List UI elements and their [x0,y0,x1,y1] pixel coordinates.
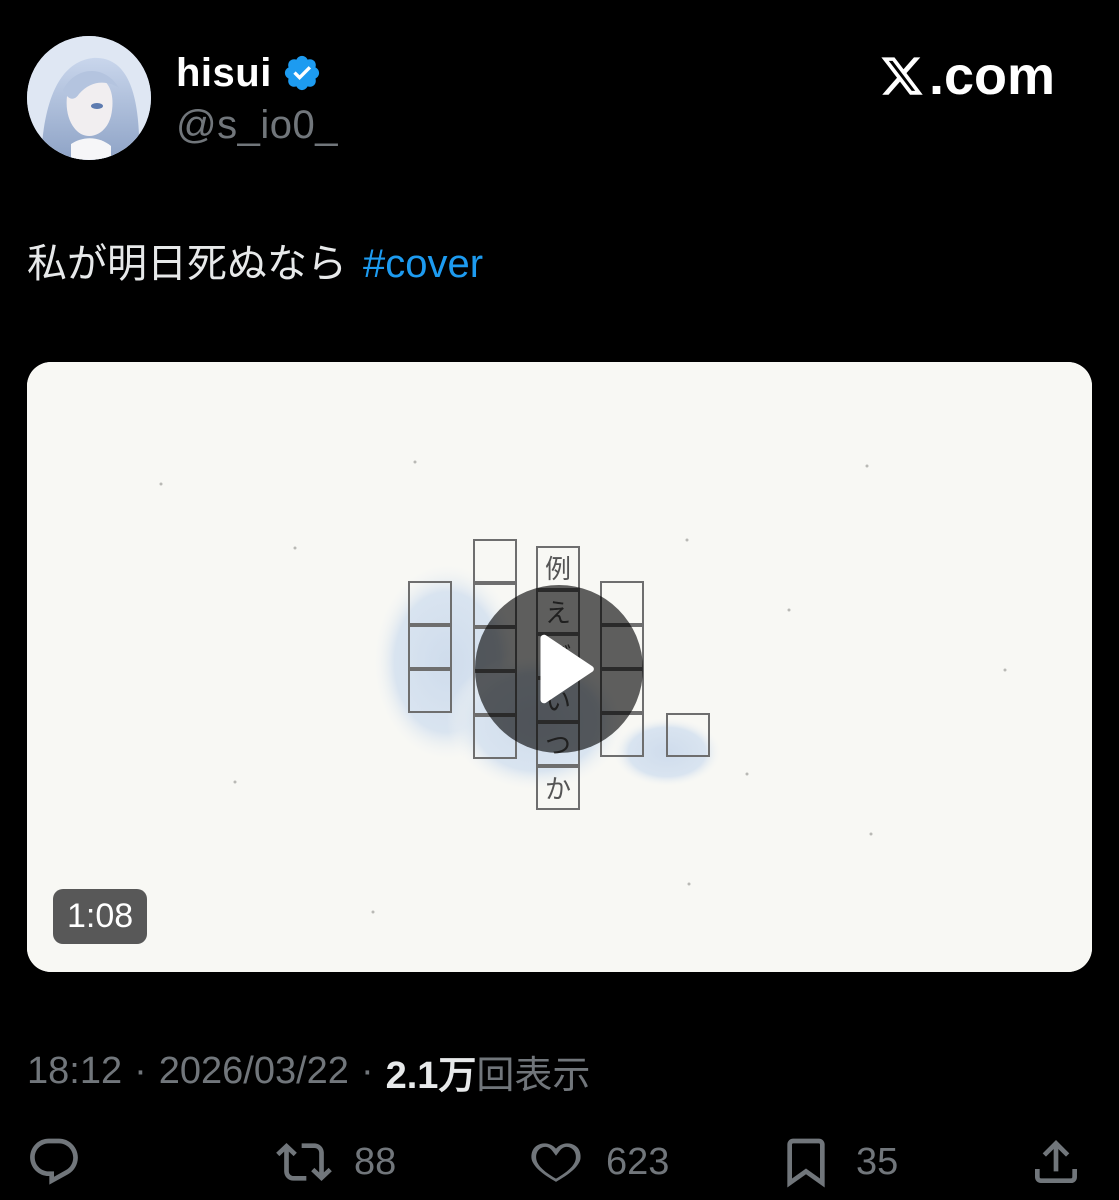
like-button[interactable]: 623 [528,1130,669,1194]
tweet-date[interactable]: 2026/03/22 [159,1050,349,1093]
site-logo: .com [879,45,1055,107]
like-count: 623 [606,1140,670,1183]
hashtag-link[interactable]: #cover [363,242,483,286]
bookmark-count: 35 [856,1140,899,1183]
share-icon [1035,1140,1077,1183]
bookmark-icon [787,1138,825,1188]
avatar[interactable] [27,36,151,160]
tweet-text: 私が明日死ぬなら #cover [27,236,483,292]
meta-separator: · [360,1050,374,1092]
avatar-image [27,36,151,160]
author-display-name[interactable]: hisui [176,51,272,96]
retweet-button[interactable]: 88 [276,1130,396,1194]
site-logo-text: .com [928,46,1055,106]
reply-button[interactable] [26,1130,82,1194]
retweet-icon [276,1143,332,1181]
thumb-char-1: 例 [545,555,571,585]
tweet-meta: 18:12 · 2026/03/22 · 2.1万 回表示 [27,1044,590,1099]
verified-badge-icon [284,55,319,91]
author-handle[interactable]: @s_io0_ [176,103,338,148]
views-count: 2.1万 [385,1055,477,1097]
thumb-char-6: か [545,775,571,805]
x-logo-icon [881,57,923,95]
meta-separator: · [134,1050,147,1092]
author-name-row[interactable]: hisui [176,48,322,98]
heart-icon [531,1143,581,1182]
play-button[interactable] [475,585,643,753]
retweet-count: 88 [354,1140,397,1183]
video-duration-badge: 1:08 [53,889,148,944]
action-bar: 88 623 35 [0,1130,1119,1194]
share-button[interactable] [1028,1130,1084,1194]
tweet-time[interactable]: 18:12 [27,1050,122,1093]
reply-icon [30,1138,78,1185]
views-label: 回表示 [476,1053,591,1097]
bookmark-button[interactable]: 35 [778,1130,898,1194]
video-player[interactable]: 例 え ば い つ か 1:08 [27,362,1092,972]
tweet-body: 私が明日死ぬなら [27,241,347,287]
play-icon [540,634,594,704]
